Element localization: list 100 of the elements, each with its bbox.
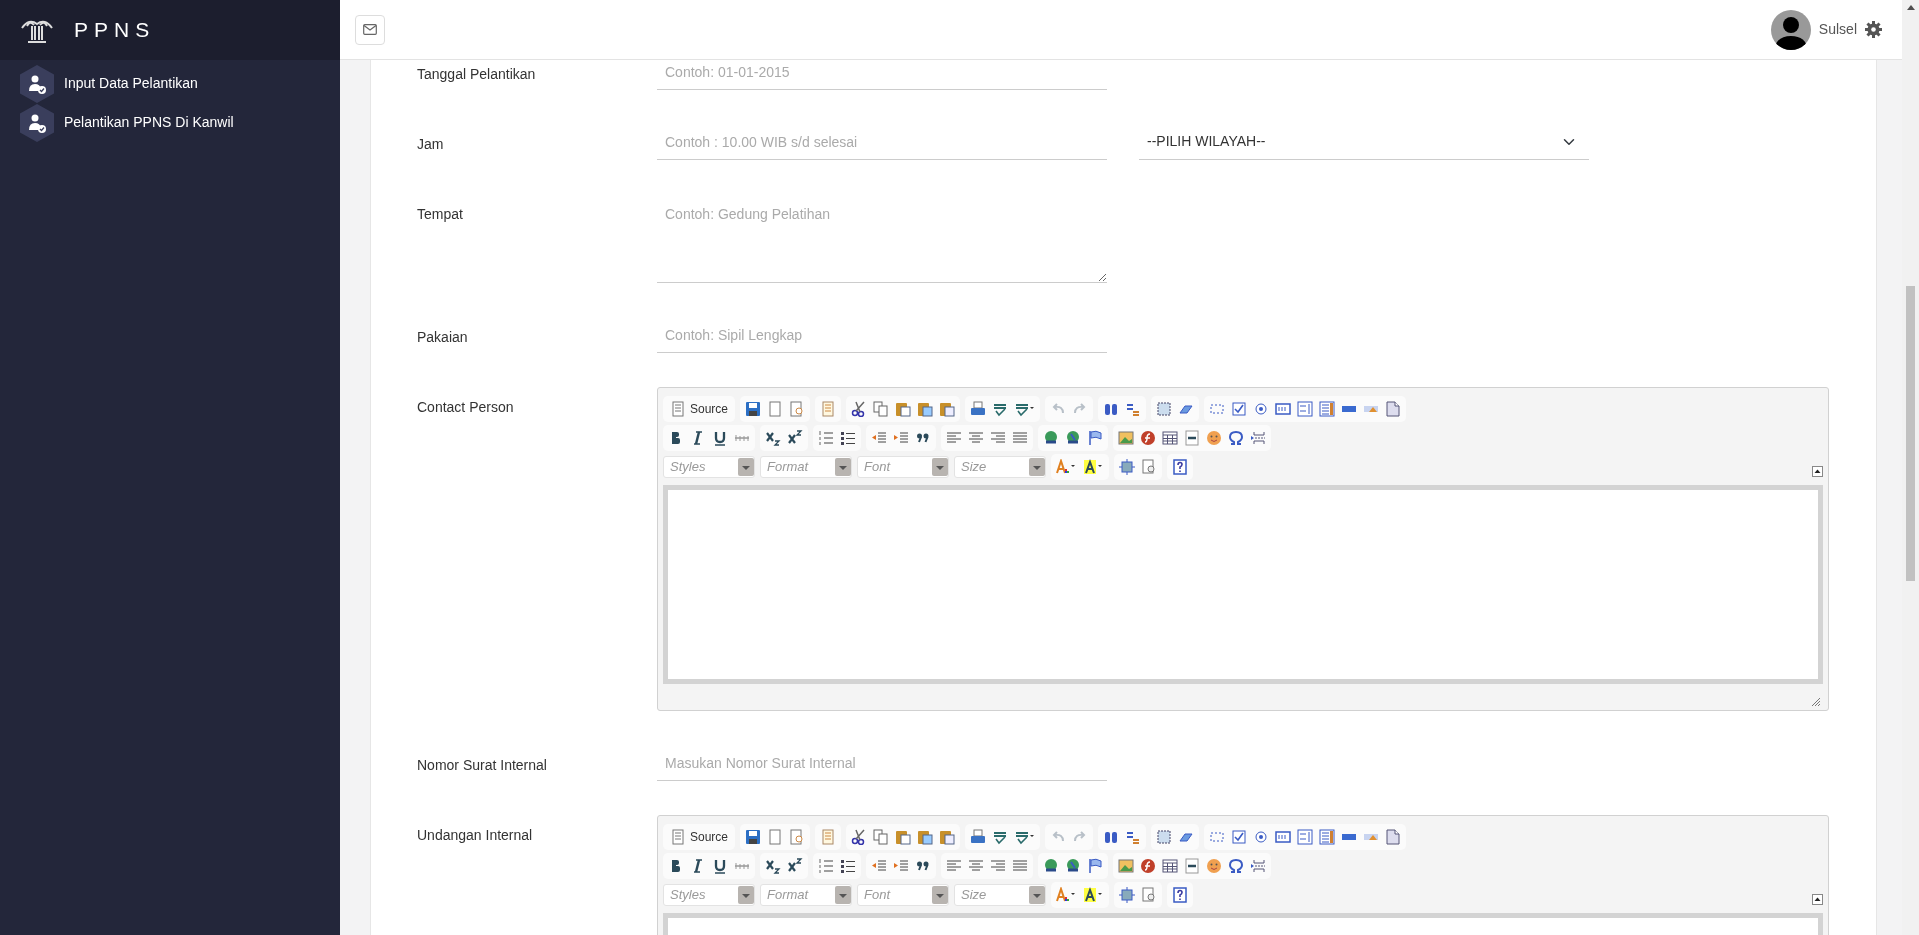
- text-field-icon[interactable]: [1275, 828, 1292, 845]
- caret-icon[interactable]: [932, 457, 948, 476]
- sidebar-item[interactable]: Pelantikan PPNS Di Kanwil: [64, 112, 234, 133]
- smiley-icon[interactable]: [1206, 429, 1222, 446]
- indent-icon[interactable]: [893, 429, 909, 446]
- toolbar-dropdown[interactable]: Format: [760, 883, 852, 906]
- align-right-icon[interactable]: [990, 857, 1006, 874]
- cut-icon[interactable]: [851, 828, 868, 845]
- toolbar-dropdown[interactable]: Styles: [663, 455, 755, 478]
- collapse-toolbar-icon[interactable]: [1812, 893, 1823, 905]
- help-icon[interactable]: [1172, 886, 1188, 903]
- paste-text-icon[interactable]: [917, 400, 934, 417]
- settings-icon[interactable]: [1865, 21, 1882, 38]
- copy-icon[interactable]: [873, 400, 890, 417]
- preview-icon[interactable]: [789, 400, 806, 417]
- align-right-icon[interactable]: [990, 429, 1006, 446]
- list-box-icon[interactable]: [1319, 400, 1336, 417]
- superscript-icon[interactable]: [787, 429, 803, 446]
- flag-icon[interactable]: [1087, 857, 1103, 874]
- toolbar-dropdown[interactable]: Font: [857, 455, 949, 478]
- smiley-icon[interactable]: [1206, 857, 1222, 874]
- checkbox-icon[interactable]: [1231, 400, 1248, 417]
- omega-icon[interactable]: [1228, 857, 1244, 874]
- background-color-icon[interactable]: [1083, 886, 1104, 903]
- toolbar-dropdown[interactable]: Size: [954, 455, 1046, 478]
- caret-icon[interactable]: [1029, 457, 1045, 476]
- caret-icon[interactable]: [738, 457, 754, 476]
- image-icon[interactable]: [1118, 429, 1134, 446]
- outdent-icon[interactable]: [871, 429, 887, 446]
- page-break-icon[interactable]: [1250, 429, 1266, 446]
- background-color-icon[interactable]: [1083, 458, 1104, 475]
- save-icon[interactable]: [745, 828, 762, 845]
- collapse-toolbar-icon[interactable]: [1812, 465, 1823, 477]
- table-icon[interactable]: [1162, 857, 1178, 874]
- radio-icon[interactable]: [1253, 828, 1270, 845]
- sidebar-item[interactable]: Input Data Pelantikan: [64, 73, 198, 94]
- cut-icon[interactable]: [851, 400, 868, 417]
- paste-icon[interactable]: [895, 828, 912, 845]
- text-color-icon[interactable]: [1056, 886, 1077, 903]
- help-icon[interactable]: [1172, 458, 1188, 475]
- justify-icon[interactable]: [1012, 857, 1028, 874]
- paste-icon[interactable]: [895, 400, 912, 417]
- image-icon[interactable]: [1118, 857, 1134, 874]
- text-field-icon[interactable]: [1275, 400, 1292, 417]
- superscript-icon[interactable]: [787, 857, 803, 874]
- dropdown-label: Size: [961, 885, 987, 904]
- mail-button[interactable]: [355, 14, 385, 45]
- radio-icon[interactable]: [1253, 400, 1270, 417]
- text-color-icon[interactable]: [1056, 458, 1077, 475]
- outdent-icon[interactable]: [871, 857, 887, 874]
- bulleted-list-icon[interactable]: [840, 429, 856, 446]
- align-left-icon[interactable]: [946, 429, 962, 446]
- textarea-icon[interactable]: [1297, 400, 1314, 417]
- paste-word-icon[interactable]: [939, 400, 956, 417]
- checkbox-icon[interactable]: [1231, 828, 1248, 845]
- avatar-silhouette[interactable]: [1770, 9, 1811, 50]
- paste-word-icon[interactable]: [939, 828, 956, 845]
- resize-grip-icon[interactable]: [1811, 697, 1821, 707]
- toolbar-dropdown[interactable]: Styles: [663, 883, 755, 906]
- user-name[interactable]: Sulsel: [1818, 19, 1857, 40]
- maximize-icon[interactable]: [1119, 458, 1135, 475]
- underline-icon[interactable]: [712, 429, 728, 446]
- source-button[interactable]: Source: [666, 827, 733, 846]
- underline-icon[interactable]: [712, 857, 728, 874]
- source-button[interactable]: Source: [666, 399, 733, 418]
- toolbar-dropdown[interactable]: Format: [760, 455, 852, 478]
- caret-icon[interactable]: [835, 885, 851, 904]
- numbered-list-icon[interactable]: [818, 429, 834, 446]
- indent-icon[interactable]: [893, 857, 909, 874]
- print-icon[interactable]: [970, 828, 987, 845]
- list-box-icon[interactable]: [1319, 828, 1336, 845]
- align-left-icon[interactable]: [946, 857, 962, 874]
- bulleted-list-icon[interactable]: [840, 857, 856, 874]
- justify-icon[interactable]: [1012, 429, 1028, 446]
- flag-icon[interactable]: [1087, 429, 1103, 446]
- numbered-list-icon[interactable]: [818, 857, 834, 874]
- page-break-icon[interactable]: [1250, 857, 1266, 874]
- flash-icon[interactable]: [1140, 857, 1156, 874]
- caret-icon[interactable]: [932, 885, 948, 904]
- paste-text-icon[interactable]: [917, 828, 934, 845]
- maximize-icon[interactable]: [1119, 886, 1135, 903]
- caret-icon[interactable]: [1029, 885, 1045, 904]
- preview-icon[interactable]: [789, 828, 806, 845]
- copy-icon[interactable]: [873, 828, 890, 845]
- caret-icon[interactable]: [738, 885, 754, 904]
- save-icon[interactable]: [745, 400, 762, 417]
- table-icon[interactable]: [1162, 429, 1178, 446]
- scrollbar-thumb[interactable]: [1906, 286, 1915, 581]
- select-all-icon[interactable]: [1156, 828, 1173, 845]
- flash-icon[interactable]: [1140, 429, 1156, 446]
- omega-icon[interactable]: [1228, 429, 1244, 446]
- align-center-icon[interactable]: [968, 429, 984, 446]
- textarea-icon[interactable]: [1297, 828, 1314, 845]
- caret-icon[interactable]: [835, 457, 851, 476]
- toolbar-dropdown[interactable]: Size: [954, 883, 1046, 906]
- scroll-up-arrow-icon[interactable]: [1906, 5, 1915, 10]
- align-center-icon[interactable]: [968, 857, 984, 874]
- toolbar-dropdown[interactable]: Font: [857, 883, 949, 906]
- select-all-icon[interactable]: [1156, 400, 1173, 417]
- print-icon[interactable]: [970, 400, 987, 417]
